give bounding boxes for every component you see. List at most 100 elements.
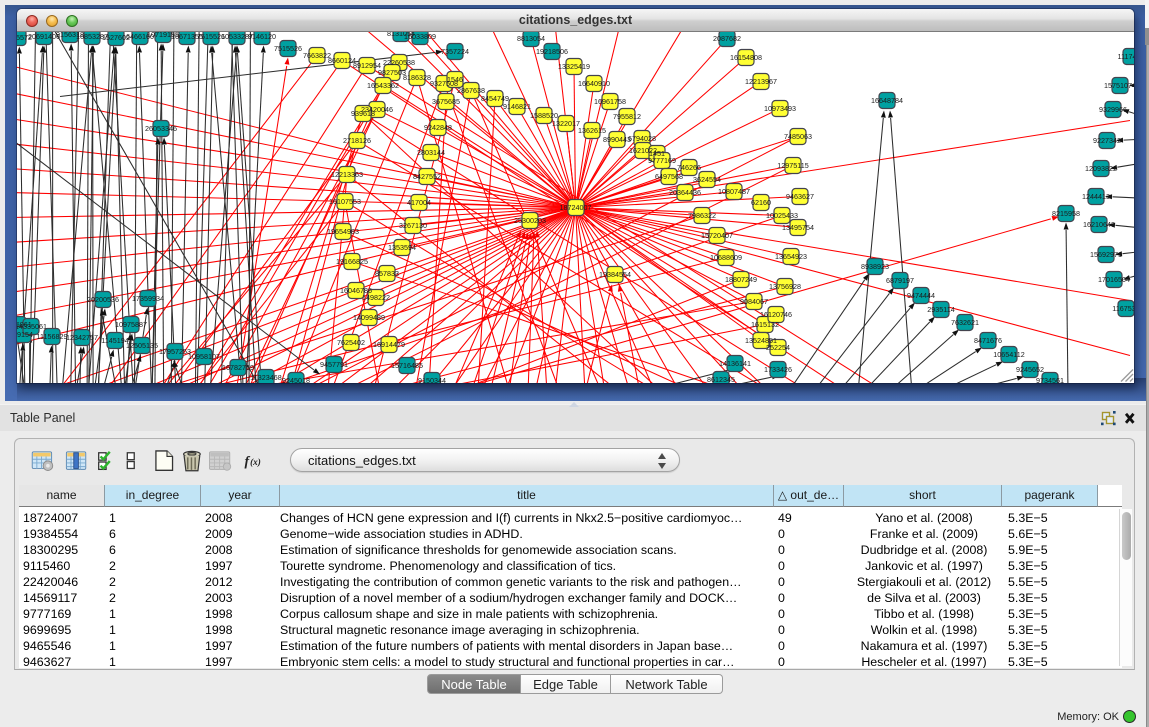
svg-text:13654923: 13654923 <box>775 252 807 261</box>
svg-text:3675685: 3675685 <box>432 97 460 106</box>
svg-text:16782759: 16782759 <box>222 363 254 372</box>
svg-text:20364436: 20364436 <box>669 188 701 197</box>
svg-text:9242848: 9242848 <box>424 123 452 132</box>
svg-text:13495754: 13495754 <box>782 223 814 232</box>
svg-text:1546: 1546 <box>447 75 463 84</box>
svg-text:14335061: 14335061 <box>17 322 47 331</box>
svg-text:19166825: 19166825 <box>336 257 368 266</box>
svg-text:6879197: 6879197 <box>886 276 914 285</box>
svg-text:1244413: 1244413 <box>1082 192 1110 201</box>
svg-text:12213967: 12213967 <box>745 77 777 86</box>
svg-text:9329966: 9329966 <box>1099 105 1127 114</box>
svg-text:9227342: 9227342 <box>1093 136 1121 145</box>
svg-text:8427552: 8427552 <box>413 172 441 181</box>
svg-text:2803144: 2803144 <box>417 148 445 157</box>
svg-text:9457791: 9457791 <box>320 360 348 369</box>
svg-text:15720407: 15720407 <box>701 231 733 240</box>
svg-text:16120746: 16120746 <box>760 310 792 319</box>
svg-text:1498222: 1498222 <box>362 293 390 302</box>
svg-text:10973493: 10973493 <box>764 104 796 113</box>
svg-text:9146120: 9146120 <box>248 32 276 41</box>
svg-text:746266: 746266 <box>677 163 701 172</box>
svg-text:16543362: 16543362 <box>367 81 399 90</box>
svg-text:1145194: 1145194 <box>101 336 128 345</box>
svg-text:14136141: 14136141 <box>719 359 751 368</box>
svg-text:19218506: 19218506 <box>536 47 568 56</box>
svg-text:15751074: 15751074 <box>1104 81 1134 90</box>
svg-text:12505135: 12505135 <box>126 341 158 350</box>
svg-text:8813054: 8813054 <box>517 34 545 43</box>
svg-text:3267130: 3267130 <box>399 221 427 230</box>
svg-text:7663822: 7663822 <box>303 51 331 60</box>
svg-text:7625402: 7625402 <box>337 338 365 347</box>
svg-text:9827503: 9827503 <box>378 68 406 77</box>
svg-text:9734561: 9734561 <box>1036 376 1064 383</box>
svg-text:16107553: 16107553 <box>329 197 361 206</box>
svg-text:8912954: 8912954 <box>353 61 381 70</box>
svg-text:16914479: 16914479 <box>373 340 405 349</box>
svg-text:2718126: 2718126 <box>343 136 371 145</box>
svg-text:9245018: 9245018 <box>282 376 310 383</box>
svg-text:417004: 417004 <box>407 198 431 207</box>
svg-text:7632621: 7632621 <box>951 318 979 327</box>
svg-text:15716485: 15716485 <box>391 361 423 370</box>
svg-text:16648784: 16648784 <box>871 96 903 105</box>
svg-text:1322017: 1322017 <box>552 119 580 128</box>
svg-text:17016504: 17016504 <box>1098 275 1130 284</box>
svg-text:8938923: 8938923 <box>861 262 889 271</box>
svg-text:6794028: 6794028 <box>628 134 656 143</box>
svg-text:6497568: 6497568 <box>655 172 683 181</box>
svg-text:8471676: 8471676 <box>974 336 1002 345</box>
svg-text:16961758: 16961758 <box>594 97 626 106</box>
svg-text:(x): (x) <box>250 457 261 467</box>
svg-text:7357224: 7357224 <box>441 47 469 56</box>
svg-text:9084067: 9084067 <box>740 297 768 306</box>
svg-text:13325419: 13325419 <box>558 62 590 71</box>
svg-text:3624554: 3624554 <box>693 175 721 184</box>
svg-text:10688609: 10688609 <box>710 253 742 262</box>
svg-text:11156829: 11156829 <box>37 332 68 341</box>
svg-text:1353594: 1353594 <box>388 243 416 252</box>
svg-text:8990443: 8990443 <box>603 135 631 144</box>
svg-text:8186328: 8186328 <box>403 73 431 82</box>
svg-text:10025433: 10025433 <box>766 211 798 220</box>
svg-text:39154: 39154 <box>17 330 33 339</box>
svg-text:14099489: 14099489 <box>353 313 385 322</box>
svg-text:1167533: 1167533 <box>1112 304 1134 313</box>
svg-text:8215958: 8215958 <box>1052 209 1080 218</box>
svg-text:16640910: 16640910 <box>578 79 610 88</box>
svg-text:16210643: 16210643 <box>1083 220 1115 229</box>
svg-text:12093822: 12093822 <box>1085 164 1117 173</box>
svg-text:9245652: 9245652 <box>1016 365 1044 374</box>
svg-text:252254: 252254 <box>766 343 790 352</box>
svg-text:9146821: 9146821 <box>503 102 531 111</box>
svg-text:7986322: 7986322 <box>688 211 716 220</box>
svg-text:7955812: 7955812 <box>613 112 641 121</box>
svg-text:8660124: 8660124 <box>328 56 356 65</box>
svg-text:10975887: 10975887 <box>115 320 147 329</box>
svg-text:9474444: 9474444 <box>907 291 935 300</box>
svg-text:62160: 62160 <box>751 198 771 207</box>
svg-text:9463627: 9463627 <box>786 192 814 201</box>
svg-text:13756928: 13756928 <box>769 282 801 291</box>
svg-text:857833: 857833 <box>375 269 399 278</box>
svg-text:939618: 939618 <box>351 109 375 118</box>
svg-text:12342757: 12342757 <box>66 333 98 342</box>
svg-text:19654983: 19654983 <box>327 227 359 236</box>
svg-text:1733426: 1733426 <box>764 365 792 374</box>
svg-text:2935114: 2935114 <box>927 305 954 314</box>
svg-text:18724007: 18724007 <box>560 203 592 212</box>
svg-text:11323468: 11323468 <box>250 373 281 382</box>
svg-text:16154808: 16154808 <box>730 53 762 62</box>
svg-text:20200536: 20200536 <box>87 295 119 304</box>
svg-text:25300203: 25300203 <box>514 216 546 225</box>
svg-text:7485063: 7485063 <box>784 132 812 141</box>
svg-text:12975115: 12975115 <box>777 161 808 170</box>
svg-text:17957253: 17957253 <box>159 347 191 356</box>
svg-text:17359934: 17359934 <box>132 294 164 303</box>
svg-text:10958107: 10958107 <box>188 352 220 361</box>
svg-text:8612345: 8612345 <box>707 375 735 383</box>
svg-text:26053346: 26053346 <box>145 124 177 133</box>
svg-text:16033809: 16033809 <box>404 32 436 41</box>
svg-text:19384554: 19384554 <box>599 270 631 279</box>
